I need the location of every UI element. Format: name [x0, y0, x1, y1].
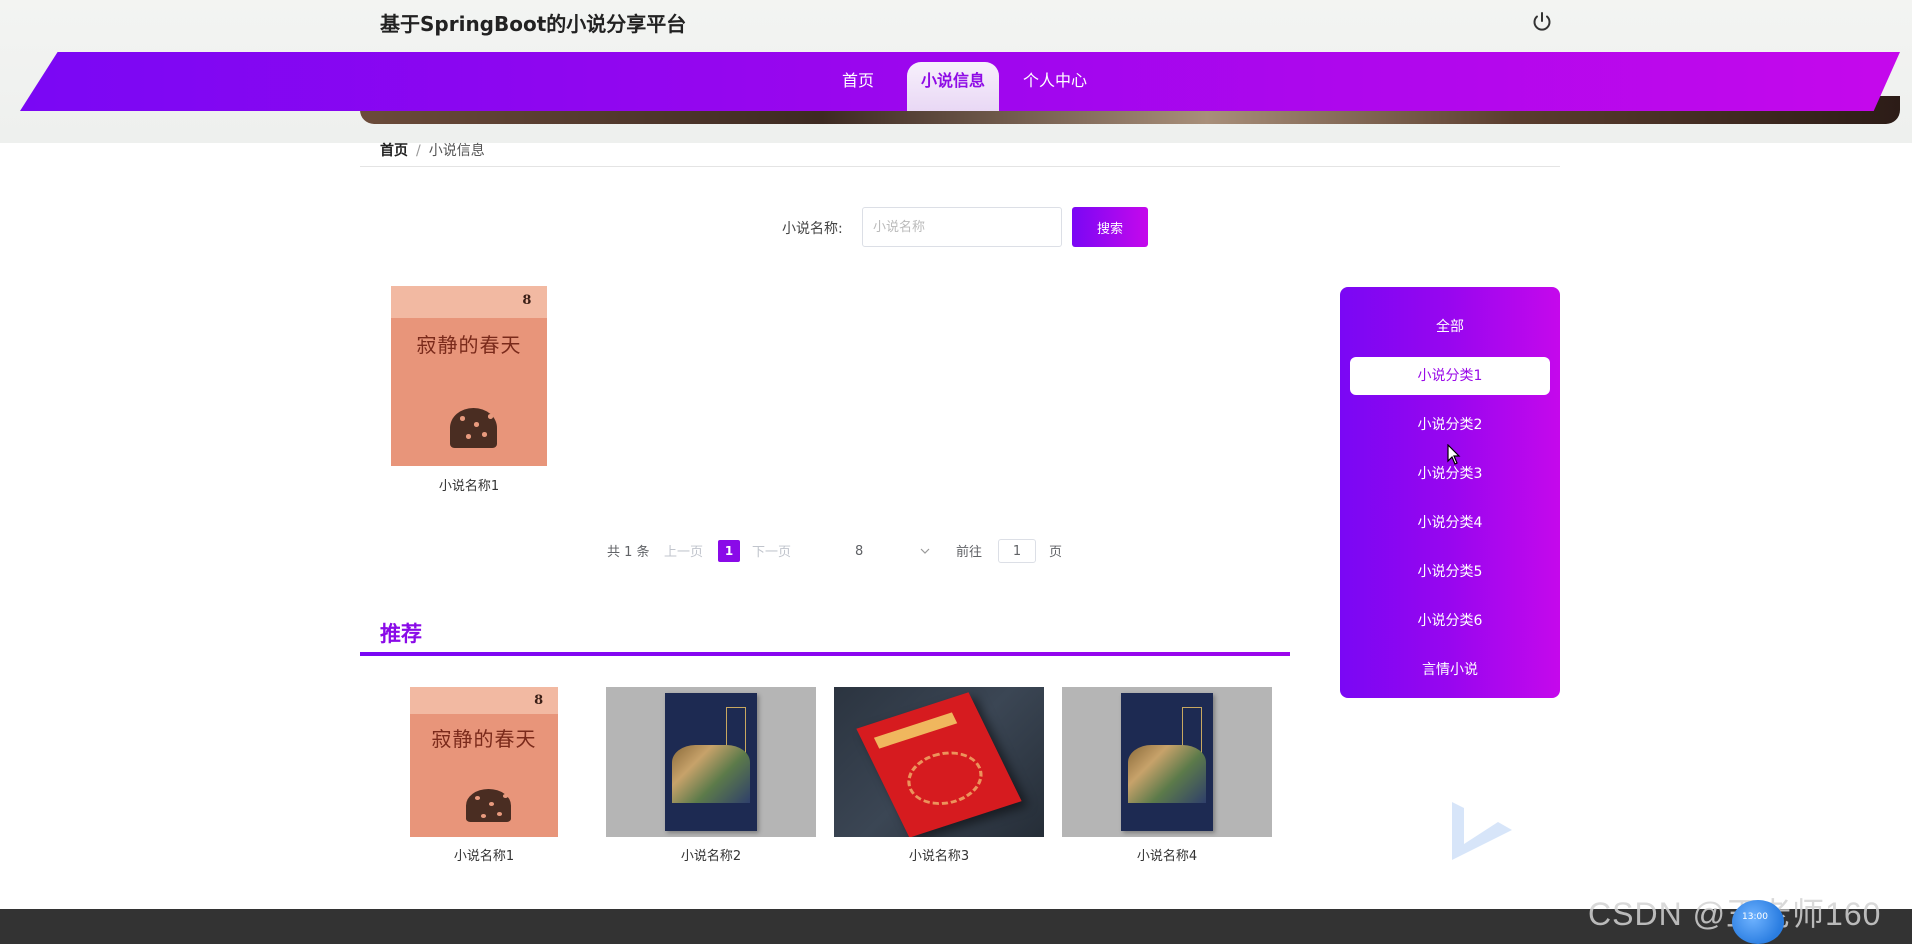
- cover-illustration: [450, 408, 498, 448]
- recommend-name[interactable]: 小说名称4: [1062, 845, 1272, 864]
- mouse-cursor-icon: [1447, 444, 1461, 465]
- brand-logo-icon: [1452, 802, 1512, 860]
- cover-book: [856, 692, 1022, 837]
- search-label: 小说名称:: [782, 221, 843, 237]
- search-button[interactable]: 搜索: [1072, 207, 1148, 247]
- breadcrumb-divider: [360, 166, 1560, 167]
- cover-illustration: [897, 742, 993, 814]
- power-icon[interactable]: [1530, 10, 1554, 34]
- recommend-card[interactable]: 小说名称4: [1062, 687, 1272, 867]
- pagination-page-unit: 页: [1049, 545, 1063, 560]
- recommend-cover-image[interactable]: [606, 687, 816, 837]
- pagination-goto-input[interactable]: [998, 539, 1036, 563]
- recommend-card[interactable]: 8 寂静的春天 小说名称1: [410, 687, 558, 867]
- category-item-5[interactable]: 小说分类5: [1350, 553, 1550, 591]
- pagination-next[interactable]: 下一页: [752, 541, 791, 560]
- cover-illustration: [1128, 745, 1206, 804]
- category-item-6[interactable]: 小说分类6: [1350, 602, 1550, 640]
- recommend-cover-image[interactable]: 8 寂静的春天: [410, 687, 558, 837]
- nav-novel-info[interactable]: 小说信息: [907, 62, 999, 111]
- recommend-card[interactable]: 小说名称3: [834, 687, 1044, 867]
- recommend-name[interactable]: 小说名称3: [834, 845, 1044, 864]
- category-item-romance[interactable]: 言情小说: [1350, 651, 1550, 689]
- category-item-all[interactable]: 全部: [1350, 308, 1550, 346]
- pagination-goto-label: 前往: [956, 545, 983, 560]
- pagination-page-size[interactable]: 8: [855, 544, 863, 559]
- chevron-down-icon[interactable]: [919, 545, 931, 557]
- recommend-cover-image[interactable]: [1062, 687, 1272, 837]
- nav-home[interactable]: 首页: [826, 62, 890, 111]
- category-item-1[interactable]: 小说分类1: [1350, 357, 1550, 395]
- cover-illustration: [672, 745, 750, 804]
- cover-title: 寂静的春天: [431, 727, 537, 751]
- recommend-card[interactable]: 小说名称2: [606, 687, 816, 867]
- breadcrumb-home[interactable]: 首页: [380, 143, 408, 159]
- breadcrumb: 首页 / 小说信息: [380, 140, 485, 160]
- site-title: 基于SpringBoot的小说分享平台: [380, 12, 687, 36]
- cover-book: [664, 693, 758, 831]
- cover-number: 8: [534, 693, 544, 708]
- cover-book: [1120, 693, 1214, 831]
- pagination-current-page[interactable]: 1: [718, 540, 740, 562]
- cover-title: 寂静的春天: [416, 333, 522, 358]
- video-timer-text: 13:00: [1742, 912, 1768, 922]
- recommend-underline: [360, 652, 1290, 656]
- novel-card[interactable]: 8 寂静的春天 小说名称1: [391, 286, 547, 496]
- breadcrumb-separator: /: [416, 143, 421, 159]
- breadcrumb-current: 小说信息: [428, 143, 485, 159]
- search-input[interactable]: [862, 207, 1062, 247]
- nav-personal-center[interactable]: 个人中心: [1016, 62, 1094, 111]
- cover-illustration: [466, 789, 511, 822]
- novel-cover-image[interactable]: 8 寂静的春天: [391, 286, 547, 466]
- pagination-prev[interactable]: 上一页: [664, 541, 703, 560]
- pagination-total: 共 1 条: [607, 545, 650, 560]
- cover-number: 8: [522, 293, 532, 309]
- recommend-name[interactable]: 小说名称1: [410, 845, 558, 864]
- recommend-name[interactable]: 小说名称2: [606, 845, 816, 864]
- cover-title-band: [874, 712, 958, 750]
- video-timer-badge: 13:00: [1732, 900, 1784, 944]
- category-item-4[interactable]: 小说分类4: [1350, 504, 1550, 542]
- category-item-2[interactable]: 小说分类2: [1350, 406, 1550, 444]
- recommend-cover-image[interactable]: [834, 687, 1044, 837]
- recommend-title: 推荐: [380, 622, 422, 646]
- novel-name[interactable]: 小说名称1: [391, 475, 547, 494]
